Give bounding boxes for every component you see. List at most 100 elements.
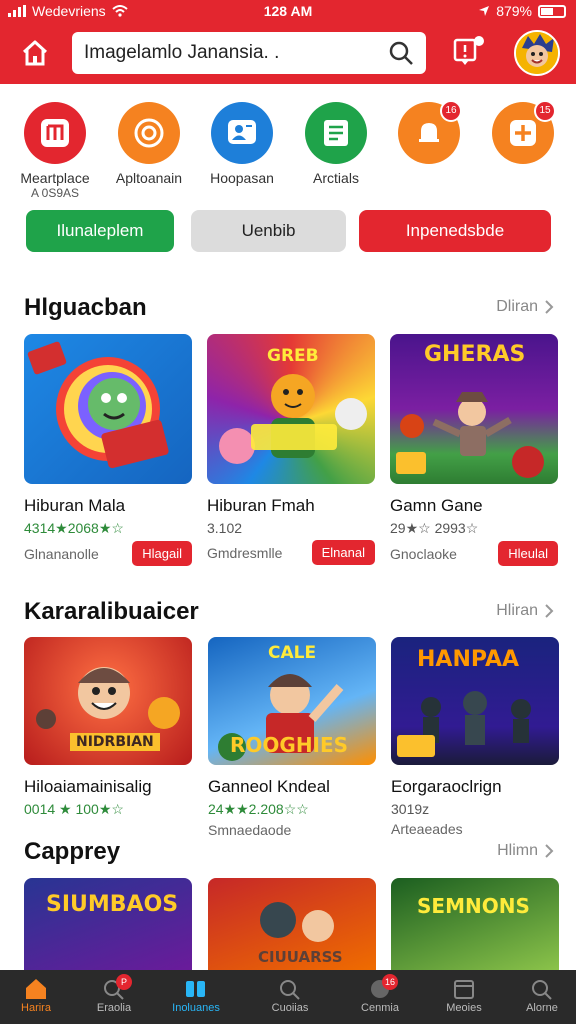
shortcut-badge: 16 <box>440 100 462 122</box>
search-icon[interactable] <box>388 40 414 66</box>
game-card[interactable]: Hiburan Mala 4314★2068★☆ Glnananolle Hla… <box>24 334 192 566</box>
chevron-right-icon <box>545 604 554 618</box>
shortcut-profile[interactable]: Hoopasan <box>197 102 287 186</box>
status-bar: Wedevriens 128 AM 879% <box>0 0 576 22</box>
nav-label: Harira <box>21 1002 51 1014</box>
nav-explore[interactable]: P Eraolia <box>78 974 150 1014</box>
game-meta: Gmdresmlle <box>207 544 283 561</box>
add-icon: 15 <box>492 100 556 164</box>
user-card-icon <box>211 102 273 164</box>
shortcut-label: Hoopasan <box>210 170 274 186</box>
nav-search[interactable]: Cuoiias <box>254 978 326 1014</box>
game-thumbnail: CIUUARSS <box>208 878 376 970</box>
game-title: Ganneol Kndeal <box>208 777 330 796</box>
thumbnail-text: GHERAS <box>424 342 526 367</box>
section-title: Kararalibuaicer <box>24 598 199 625</box>
avatar[interactable] <box>514 30 560 76</box>
game-title: Hiburan Fmah <box>207 496 315 515</box>
box-icon <box>454 980 474 999</box>
nav-community[interactable]: 16 Cenmia <box>344 974 416 1014</box>
game-card[interactable]: GHERAS Gamn Gane 29★☆ 2993☆ Gnoclaoke Hl… <box>390 334 558 566</box>
game-meta: Glnananolle <box>24 545 99 562</box>
nav-label: Alorne <box>526 1002 558 1014</box>
nav-media[interactable]: Meoies <box>428 978 500 1014</box>
shortcut-label: Arctials <box>313 170 359 186</box>
thumbnail-text: HANPAA <box>417 647 520 672</box>
game-card[interactable]: SEMNONS <box>391 878 559 970</box>
game-thumbnail: HANPAA <box>391 637 559 765</box>
battery-icon <box>538 4 566 18</box>
game-rating: 24★★2.208☆☆ <box>208 801 309 817</box>
game-rating: 4314★2068★☆ <box>24 520 124 536</box>
app-header <box>0 22 576 84</box>
shortcut-badge: 15 <box>534 100 556 122</box>
game-card[interactable]: CALE ROOGHIES Ganneol Kndeal 24★★2.208☆☆… <box>208 637 376 838</box>
shortcut-sub: A 0S9AS <box>30 186 80 200</box>
game-thumbnail: GHERAS <box>390 334 558 484</box>
nav-more[interactable]: Alorne <box>506 978 576 1014</box>
game-thumbnail: SIUMBAOS <box>24 878 192 970</box>
game-title: Eorgaraoclrign <box>391 777 502 796</box>
bell-icon: 16 <box>398 100 462 164</box>
see-more-link[interactable]: Hliran <box>496 602 554 620</box>
nav-badge: 16 <box>382 974 398 990</box>
shortcut-marketplace[interactable]: Meartplace A 0S9AS <box>10 102 100 200</box>
thumbnail-text: GREB <box>267 346 319 366</box>
chevron-right-icon <box>545 844 554 858</box>
game-rating: 3019z <box>391 801 430 817</box>
game-title: Hiburan Mala <box>24 496 126 515</box>
shortcut-articles[interactable]: Arctials <box>291 102 381 186</box>
shortcut-label: Apltoanain <box>115 170 183 186</box>
thumbnail-text: NIDRBIAN <box>70 733 160 751</box>
play-button[interactable]: Elnanal <box>311 540 375 565</box>
nav-library[interactable]: Inoluanes <box>160 978 232 1014</box>
game-card[interactable]: NIDRBIAN Hiloaiamainisalig 0014 ★ 100★☆ <box>24 637 192 818</box>
game-card[interactable]: CIUUARSS <box>208 878 376 970</box>
game-thumbnail: GREB <box>207 334 375 484</box>
game-card[interactable]: SIUMBAOS <box>24 878 192 970</box>
location-arrow-icon <box>479 6 490 16</box>
see-more-label: Hliran <box>496 602 538 619</box>
filter-button-1[interactable]: Ilunaleplem <box>26 210 174 252</box>
thumbnail-text: SIUMBAOS <box>46 892 179 917</box>
marketplace-icon <box>24 102 86 164</box>
document-icon <box>305 102 367 164</box>
game-title: Gamn Gane <box>390 496 483 515</box>
nav-label: Cuoiias <box>271 1002 309 1014</box>
shortcut-apps[interactable]: Apltoanain <box>104 102 194 186</box>
play-button[interactable]: Hlagail <box>132 541 192 566</box>
filter-button-3[interactable]: Inpenedsbde <box>359 210 551 252</box>
nav-label: Eraolia <box>96 1002 132 1014</box>
home-button[interactable] <box>16 34 54 72</box>
nav-label: Meoies <box>446 1002 482 1014</box>
game-rating: 0014 ★ 100★☆ <box>24 801 124 817</box>
target-icon <box>118 102 180 164</box>
see-more-link[interactable]: Dliran <box>496 298 554 316</box>
battery-percent: 879% <box>496 3 532 19</box>
game-card[interactable]: HANPAA Eorgaraoclrign 3019z Arteaeades <box>391 637 559 837</box>
section-title: Capprey <box>24 838 121 865</box>
library-icon <box>186 981 205 997</box>
nav-home[interactable]: Harira <box>0 978 72 1014</box>
see-more-link[interactable]: Hlimn <box>497 842 554 860</box>
nav-label: Cenmia <box>361 1002 399 1014</box>
search-input[interactable] <box>84 42 388 64</box>
game-meta: Arteaeades <box>391 821 463 837</box>
thumbnail-text: ROOGHIES <box>230 733 349 757</box>
shortcut-add[interactable]: 15 <box>478 100 568 164</box>
see-more-label: Hlimn <box>497 842 538 859</box>
game-card[interactable]: GREB Hiburan Fmah 3.102 Gmdresmlle Elnan… <box>207 334 375 565</box>
search-icon <box>280 980 300 1000</box>
game-meta: Gnoclaoke <box>390 545 457 562</box>
filter-button-2[interactable]: Uenbib <box>191 210 346 252</box>
search-bar[interactable] <box>72 32 426 74</box>
shortcut-label: Meartplace <box>20 170 90 186</box>
game-thumbnail: SEMNONS <box>391 878 559 970</box>
play-button[interactable]: Hleulal <box>498 541 558 566</box>
chevron-right-icon <box>545 300 554 314</box>
thumbnail-text: SEMNONS <box>417 894 530 918</box>
shortcut-row: Meartplace A 0S9AS Apltoanain Hoopasan A… <box>0 96 576 206</box>
shortcut-notify[interactable]: 16 <box>384 100 474 164</box>
search-icon <box>532 980 552 1000</box>
notification-button[interactable] <box>452 36 484 70</box>
